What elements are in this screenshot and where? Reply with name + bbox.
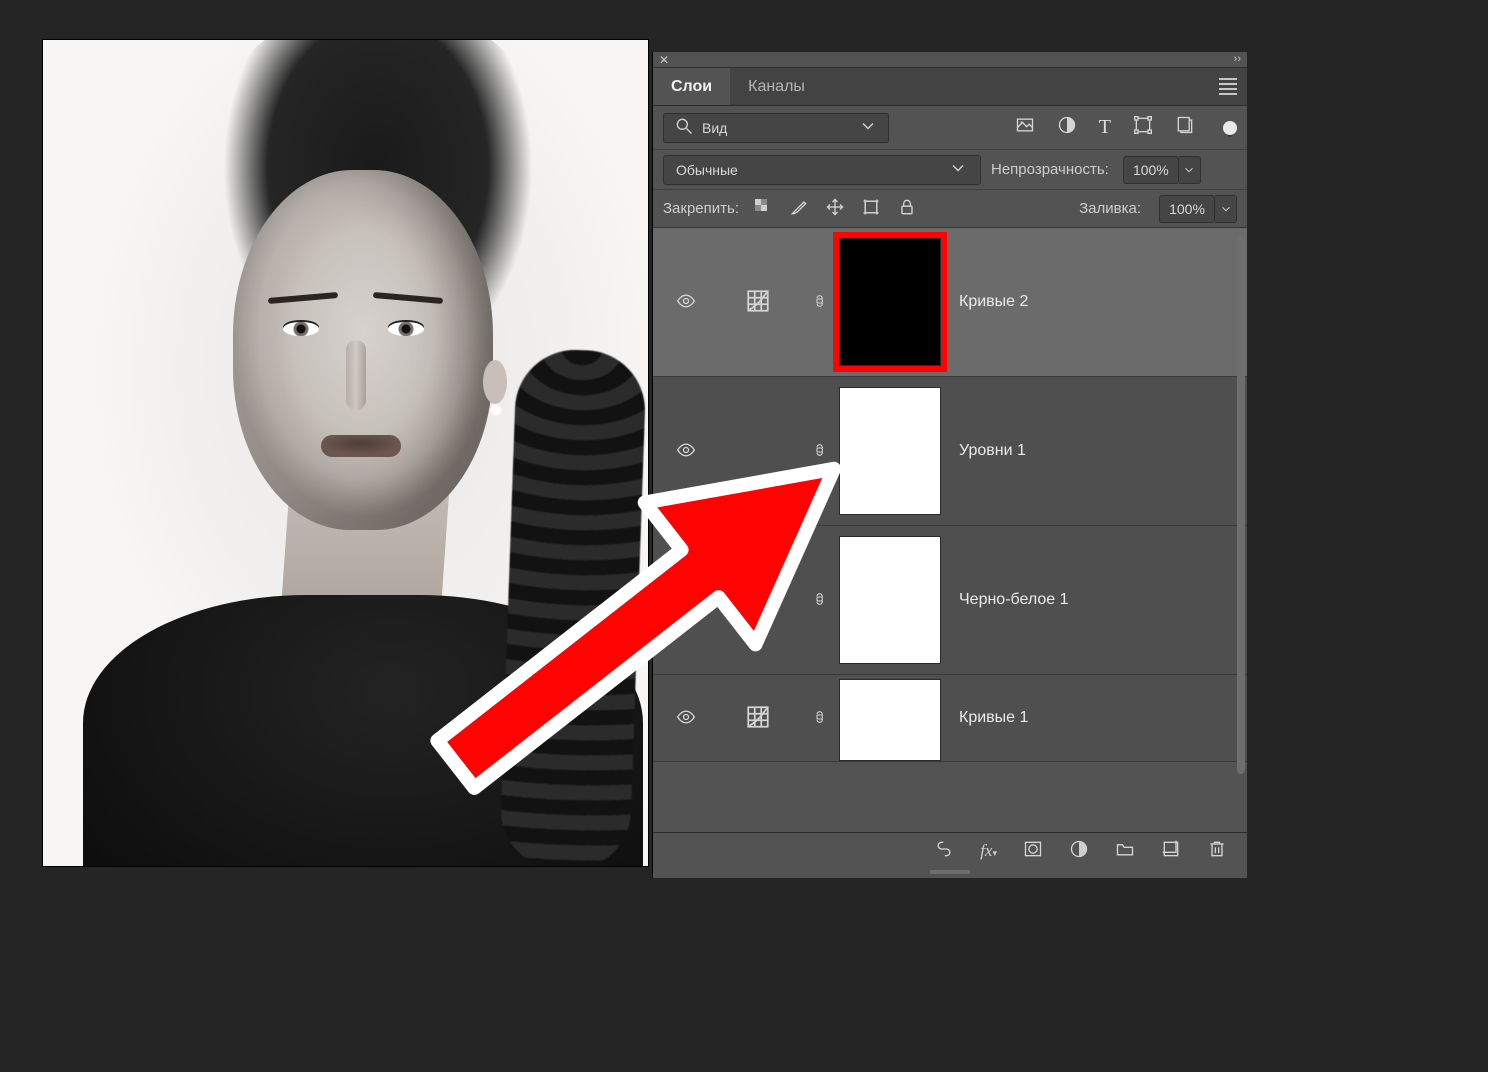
resize-grip[interactable] <box>653 868 1247 878</box>
link-icon[interactable] <box>813 707 829 730</box>
lock-artboard-icon[interactable] <box>861 197 881 220</box>
link-layers-icon[interactable] <box>934 839 954 862</box>
search-icon <box>674 116 694 139</box>
filter-adjust-icon[interactable] <box>1057 115 1077 140</box>
filter-toggle[interactable] <box>1223 121 1237 135</box>
new-group-icon[interactable] <box>1115 839 1135 862</box>
blend-mode-dropdown[interactable]: Обычные <box>663 155 981 185</box>
fill-chevron[interactable] <box>1215 195 1237 223</box>
visibility-eye-icon[interactable] <box>676 707 696 730</box>
layer-mask-thumbnail[interactable] <box>839 238 941 366</box>
chevron-down-icon <box>948 158 968 181</box>
layers-panel: ✕ ›› Слои Каналы Вид T <box>653 52 1247 878</box>
layers-list: Кривые 2 Уровни 1 Черно-белое 1 <box>653 228 1247 832</box>
visibility-eye-icon[interactable] <box>676 589 696 612</box>
filter-pixel-icon[interactable] <box>1015 115 1035 140</box>
layer-row[interactable]: Черно-белое 1 <box>653 526 1247 675</box>
layer-name[interactable]: Кривые 2 <box>959 293 1028 311</box>
layer-mask-thumbnail[interactable] <box>839 536 941 664</box>
document-canvas[interactable] <box>43 40 648 866</box>
visibility-eye-icon[interactable] <box>676 291 696 314</box>
layer-row[interactable]: Кривые 2 <box>653 228 1247 377</box>
layer-mask-thumbnail[interactable] <box>839 387 941 515</box>
filter-label: Вид <box>702 120 727 136</box>
layer-name[interactable]: Уровни 1 <box>959 442 1026 460</box>
tab-channels[interactable]: Каналы <box>730 68 823 105</box>
opacity-input[interactable]: 100% <box>1123 156 1179 184</box>
scrollbar[interactable] <box>1237 234 1245 774</box>
lock-paint-icon[interactable] <box>789 197 809 220</box>
panel-tabs: Слои Каналы <box>653 68 1247 106</box>
chevron-down-icon <box>858 116 878 139</box>
lock-label: Закрепить: <box>663 200 739 217</box>
opacity-label: Непрозрачность: <box>991 161 1109 178</box>
curves-adjust-icon[interactable] <box>745 288 771 317</box>
panel-menu-icon[interactable] <box>1219 78 1237 95</box>
lock-transparency-icon[interactable] <box>753 197 773 220</box>
layer-row[interactable]: Кривые 1 <box>653 675 1247 762</box>
panel-bottom-toolbar: fx▾ <box>653 832 1247 868</box>
layer-filter-dropdown[interactable]: Вид <box>663 113 889 143</box>
visibility-eye-icon[interactable] <box>676 440 696 463</box>
fill-label: Заливка: <box>1079 200 1141 217</box>
link-icon[interactable] <box>813 589 829 612</box>
lock-position-icon[interactable] <box>825 197 845 220</box>
link-icon[interactable] <box>813 291 829 314</box>
link-icon[interactable] <box>813 440 829 463</box>
fx-icon[interactable]: fx▾ <box>980 841 997 861</box>
filter-type-icon[interactable]: T <box>1099 116 1111 139</box>
layer-row[interactable]: Уровни 1 <box>653 377 1247 526</box>
filter-shape-icon[interactable] <box>1133 115 1153 140</box>
lock-all-icon[interactable] <box>897 197 917 220</box>
blend-mode-value: Обычные <box>676 162 738 178</box>
add-mask-icon[interactable] <box>1023 839 1043 862</box>
new-layer-icon[interactable] <box>1161 839 1181 862</box>
close-icon[interactable]: ✕ <box>659 53 669 67</box>
bw-adjust-icon[interactable] <box>745 586 771 615</box>
new-adjustment-icon[interactable] <box>1069 839 1089 862</box>
layer-name[interactable]: Кривые 1 <box>959 709 1028 727</box>
curves-adjust-icon[interactable] <box>745 704 771 733</box>
layer-name[interactable]: Черно-белое 1 <box>959 591 1069 609</box>
trash-icon[interactable] <box>1207 839 1227 862</box>
filter-smartobj-icon[interactable] <box>1175 115 1195 140</box>
tab-layers[interactable]: Слои <box>653 68 730 105</box>
layer-mask-thumbnail[interactable] <box>839 679 941 761</box>
fill-input[interactable]: 100% <box>1159 195 1215 223</box>
collapse-icon[interactable]: ›› <box>1234 53 1241 65</box>
opacity-chevron[interactable] <box>1179 156 1201 184</box>
